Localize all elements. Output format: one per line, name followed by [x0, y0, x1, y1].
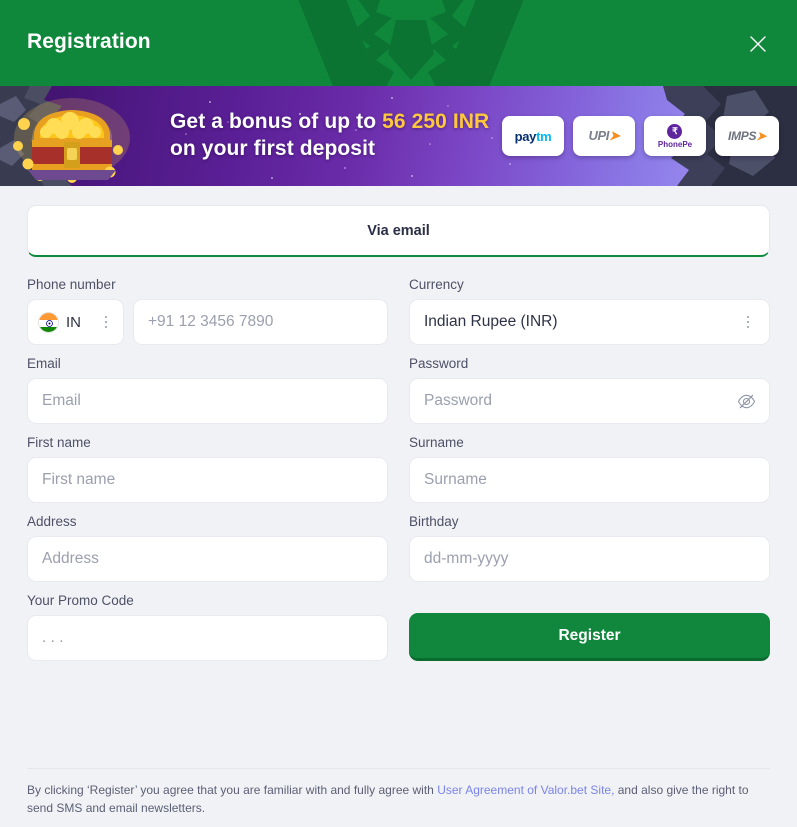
field-birthday: Birthday dd-mm-yyyy: [409, 514, 770, 582]
registration-form: Via email Phone number IN +91 12 3456 78…: [0, 186, 797, 827]
promo-banner[interactable]: Get a bonus of up to 56 250 INR on your …: [0, 86, 797, 186]
tab-via-email[interactable]: Via email: [27, 205, 770, 257]
birthday-input[interactable]: dd-mm-yyyy: [409, 536, 770, 582]
currency-menu-icon[interactable]: [741, 313, 755, 331]
payment-logo-paytm: paytm: [502, 116, 564, 156]
payment-methods-list: paytm UPI➤ ₹ PhonePe IMPS➤: [502, 116, 779, 156]
label-address: Address: [27, 514, 77, 529]
banner-text-prefix: Get a bonus of up to: [170, 110, 383, 133]
registration-modal: Registration Get a bonus of up to 56 250…: [0, 0, 797, 827]
modal-header: Registration: [0, 0, 797, 86]
country-code-label: IN: [66, 313, 81, 331]
label-birthday: Birthday: [409, 514, 459, 529]
field-first-name: First name First name: [27, 435, 388, 503]
phonepe-label: PhonePe: [657, 139, 693, 149]
field-currency: Currency Indian Rupee (INR): [409, 277, 770, 345]
address-input[interactable]: Address: [27, 536, 388, 582]
first-name-input[interactable]: First name: [27, 457, 388, 503]
label-first-name: First name: [27, 435, 91, 450]
payment-logo-imps: IMPS➤: [715, 116, 779, 156]
valor-logo-watermark: [298, 0, 524, 86]
currency-selected-value: Indian Rupee (INR): [424, 313, 558, 330]
phonepe-mark-icon: ₹: [667, 123, 683, 139]
label-phone-number: Phone number: [27, 277, 116, 292]
password-placeholder: Password: [424, 392, 493, 409]
birthday-placeholder: dd-mm-yyyy: [424, 550, 509, 567]
label-password: Password: [409, 356, 469, 371]
close-icon: [750, 36, 766, 52]
treasure-chest-image: [13, 98, 130, 183]
upi-arrow-icon: ➤: [608, 128, 620, 143]
banner-text-line2: on your first deposit: [170, 137, 376, 160]
form-row-name: First name First name Surname Surname: [27, 435, 770, 503]
payment-logo-upi: UPI➤: [573, 116, 635, 156]
label-surname: Surname: [409, 435, 464, 450]
address-placeholder: Address: [42, 550, 99, 567]
phone-number-placeholder: +91 12 3456 7890: [148, 313, 274, 330]
promo-code-placeholder: . . .: [42, 629, 64, 646]
form-row-address-birthday: Address Address Birthday dd-mm-yyyy: [27, 514, 770, 582]
close-button[interactable]: [745, 31, 771, 57]
label-promo-code: Your Promo Code: [27, 593, 134, 608]
country-menu-icon[interactable]: [99, 313, 113, 331]
imps-arrow-icon: ➤: [756, 129, 766, 143]
terms-text-before: By clicking ‘Register’ you agree that yo…: [27, 783, 438, 797]
form-row-email-password: Email Email Password Password: [27, 356, 770, 424]
surname-placeholder: Surname: [424, 471, 487, 488]
country-selector[interactable]: IN: [27, 299, 124, 345]
user-agreement-link[interactable]: User Agreement of Valor.bet Site,: [437, 783, 614, 797]
field-promo-code: Your Promo Code . . .: [27, 593, 388, 661]
registration-method-tabs: Via email: [27, 205, 770, 257]
promo-code-input[interactable]: . . .: [27, 615, 388, 661]
email-input[interactable]: Email: [27, 378, 388, 424]
terms-footer: By clicking ‘Register’ you agree that yo…: [27, 768, 770, 827]
email-placeholder: Email: [42, 392, 81, 409]
banner-bonus-amount: 56 250 INR: [382, 110, 490, 133]
field-password: Password Password: [409, 356, 770, 424]
imps-label: IMPS: [728, 129, 757, 143]
india-flag-icon: [38, 311, 59, 333]
paytm-part1: pay: [514, 128, 537, 144]
form-row-promo-submit: Your Promo Code . . . Register: [27, 593, 770, 661]
payment-logo-phonepe: ₹ PhonePe: [644, 116, 706, 156]
currency-select[interactable]: Indian Rupee (INR): [409, 299, 770, 345]
password-input[interactable]: Password: [409, 378, 770, 424]
upi-label: UPI: [588, 128, 610, 143]
register-button[interactable]: Register: [409, 613, 770, 661]
surname-input[interactable]: Surname: [409, 457, 770, 503]
form-row-phone-currency: Phone number IN +91 12 3456 7890 Currenc…: [27, 277, 770, 345]
field-email: Email Email: [27, 356, 388, 424]
phone-input-group: IN +91 12 3456 7890: [27, 299, 388, 345]
first-name-placeholder: First name: [42, 471, 116, 488]
page-title: Registration: [27, 30, 151, 53]
eye-off-icon[interactable]: [737, 392, 756, 411]
label-email: Email: [27, 356, 61, 371]
field-phone-number: Phone number IN +91 12 3456 7890: [27, 277, 388, 345]
field-address: Address Address: [27, 514, 388, 582]
banner-headline: Get a bonus of up to 56 250 INR on your …: [170, 108, 489, 162]
field-surname: Surname Surname: [409, 435, 770, 503]
paytm-part2: tm: [536, 128, 552, 144]
label-currency: Currency: [409, 277, 464, 292]
phone-number-input[interactable]: +91 12 3456 7890: [133, 299, 388, 345]
